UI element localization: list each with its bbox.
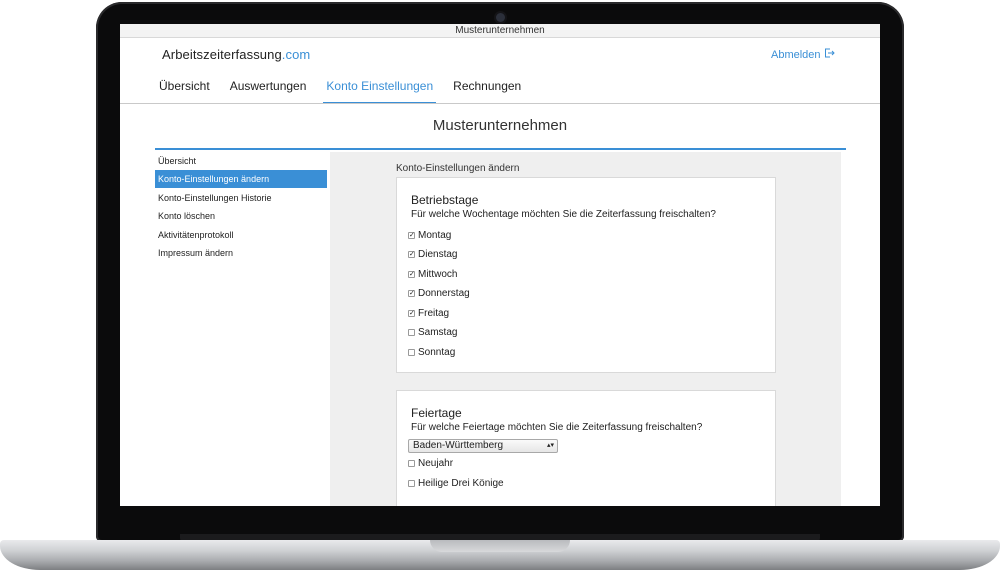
day-label-montag: Montag: [418, 229, 452, 241]
nav-divider: [120, 103, 880, 104]
day-label-samstag: Samstag: [418, 327, 458, 338]
window-title: Musterunternehmen: [120, 24, 880, 38]
day-checkbox-dienstag[interactable]: ✓: [408, 251, 415, 258]
sidebar-item-konto-einstellungen-historie[interactable]: Konto-Einstellungen Historie: [155, 189, 327, 207]
day-label-dienstag: Dienstag: [418, 249, 458, 260]
feiertage-heading: Feiertage: [411, 406, 462, 420]
camera-icon: [496, 13, 505, 22]
betriebstage-question: Für welche Wochentage möchten Sie die Ze…: [411, 209, 716, 220]
day-row-dienstag[interactable]: ✓ Dienstag: [408, 248, 457, 262]
sidebar-item-aktivitaetenprotokoll[interactable]: Aktivitätenprotokoll: [155, 226, 327, 244]
sidebar-item-impressum-aendern[interactable]: Impressum ändern: [155, 244, 327, 262]
select-arrows-icon: ▴▾: [546, 442, 554, 449]
logout-icon: [824, 48, 835, 61]
day-row-samstag[interactable]: Samstag: [408, 326, 457, 340]
laptop-mockup: Musterunternehmen Arbeitszeiterfassung.c…: [0, 0, 1000, 573]
laptop-notch: [430, 540, 570, 552]
day-label-donnerstag: Donnerstag: [418, 288, 470, 299]
day-checkbox-mittwoch[interactable]: ✓: [408, 270, 415, 278]
company-title: Musterunternehmen: [432, 117, 568, 134]
day-row-sonntag[interactable]: Sonntag: [408, 345, 455, 359]
day-checkbox-sonntag[interactable]: [408, 348, 415, 356]
betriebstage-heading: Betriebstage: [411, 193, 479, 207]
betriebstage-panel: Betriebstage Für welche Wochentage möcht…: [396, 177, 776, 373]
brand-logo[interactable]: Arbeitszeiterfassung.com: [162, 47, 310, 62]
holiday-checkbox-heilige-drei-koenige[interactable]: [408, 479, 415, 487]
holiday-label-neujahr: Neujahr: [418, 457, 454, 469]
sidebar-item-konto-einstellungen-aendern[interactable]: Konto-Einstellungen ändern: [155, 170, 327, 189]
day-checkbox-montag[interactable]: ✓: [408, 231, 415, 239]
holiday-label-heilige-drei-koenige: Heilige Drei Könige: [418, 477, 504, 489]
sidebar-item-konto-loeschen[interactable]: Konto löschen: [155, 207, 327, 225]
day-row-donnerstag[interactable]: ✓ Donnerstag: [408, 287, 470, 301]
region-select[interactable]: Baden-Württemberg ▴▾: [408, 439, 558, 453]
sidebar: Übersicht Konto-Einstellungen ändern Kon…: [155, 152, 327, 262]
main-nav: Übersicht Auswertungen Konto Einstellung…: [156, 78, 538, 104]
logout-label: Abmelden: [771, 49, 821, 61]
nav-item-rechnungen[interactable]: Rechnungen: [450, 78, 524, 104]
feiertage-panel: Feiertage Für welche Feiertage möchten S…: [396, 390, 776, 506]
region-select-value: Baden-Württemberg: [413, 440, 504, 451]
accent-divider: [155, 148, 846, 150]
day-label-mittwoch: Mittwoch: [418, 268, 458, 280]
holiday-checkbox-neujahr[interactable]: [408, 459, 415, 467]
logout-link[interactable]: Abmelden: [771, 48, 835, 61]
holiday-row-heilige-drei-koenige[interactable]: Heilige Drei Könige: [408, 476, 504, 490]
brand-tld: .com: [281, 47, 311, 62]
screen: Musterunternehmen Arbeitszeiterfassung.c…: [120, 24, 880, 506]
day-checkbox-freitag[interactable]: ✓: [408, 309, 415, 317]
day-row-freitag[interactable]: ✓ Freitag: [408, 306, 449, 320]
day-checkbox-samstag[interactable]: [408, 329, 415, 336]
day-row-mittwoch[interactable]: ✓ Mittwoch: [408, 267, 457, 281]
nav-item-uebersicht[interactable]: Übersicht: [156, 78, 213, 104]
sidebar-item-uebersicht[interactable]: Übersicht: [155, 152, 327, 170]
day-checkbox-donnerstag[interactable]: ✓: [408, 290, 415, 297]
content-title: Konto-Einstellungen ändern: [396, 163, 520, 174]
day-row-montag[interactable]: ✓ Montag: [408, 228, 451, 242]
nav-item-auswertungen[interactable]: Auswertungen: [227, 78, 310, 104]
feiertage-question: Für welche Feiertage möchten Sie die Zei…: [411, 422, 703, 433]
brand-name: Arbeitszeiterfassung: [162, 47, 282, 62]
nav-item-konto-einstellungen[interactable]: Konto Einstellungen: [323, 78, 437, 104]
holiday-row-neujahr[interactable]: Neujahr: [408, 456, 453, 470]
day-label-sonntag: Sonntag: [418, 346, 456, 358]
settings-content: Konto-Einstellungen ändern Betriebstage …: [330, 152, 841, 506]
day-label-freitag: Freitag: [418, 307, 450, 319]
